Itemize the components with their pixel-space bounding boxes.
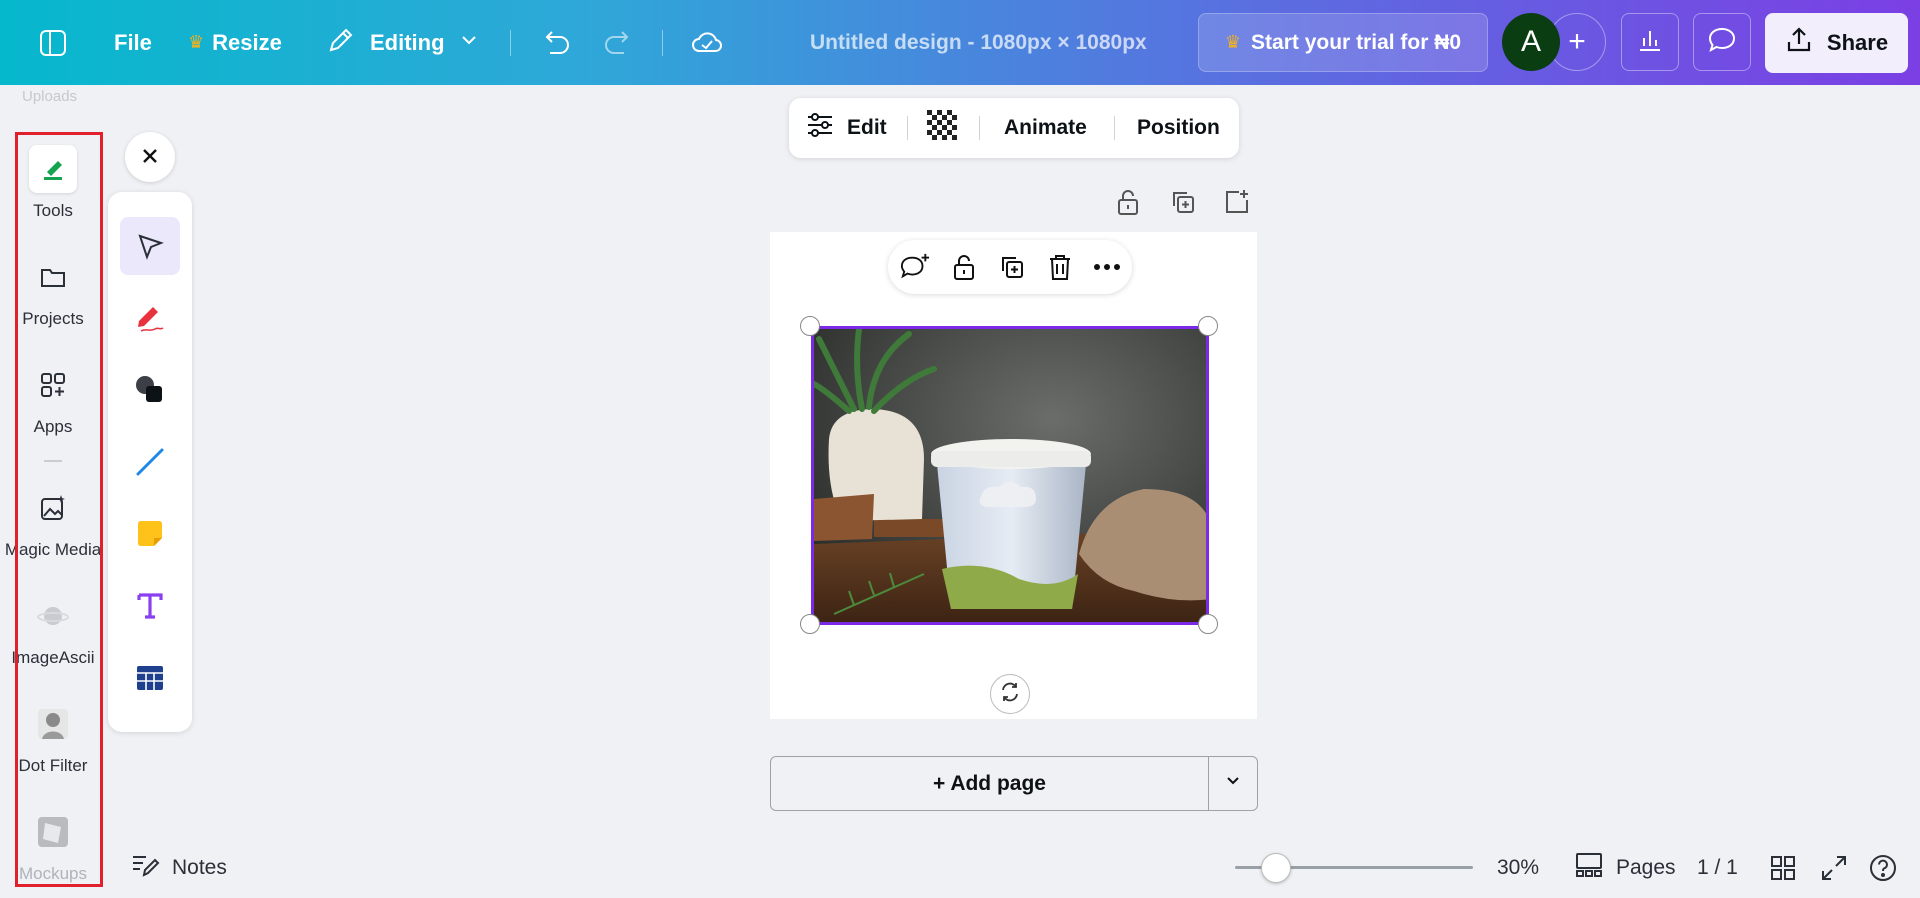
divider [1114, 116, 1115, 140]
close-tools-button[interactable] [125, 132, 175, 182]
notes-label: Notes [172, 856, 227, 879]
animate-button[interactable]: Animate [1004, 98, 1087, 158]
select-pointer-icon[interactable] [120, 217, 180, 275]
editing-label: Editing [370, 29, 445, 55]
add-comment-icon[interactable] [900, 252, 930, 282]
chevron-down-icon [459, 30, 479, 56]
notes-icon [130, 851, 160, 885]
design-title[interactable]: Untitled design - 1080px × 1080px [810, 0, 1147, 85]
more-options-icon[interactable] [1092, 252, 1122, 282]
sticky-note-icon[interactable] [120, 505, 180, 563]
resize-handle-top-right[interactable] [1198, 316, 1218, 336]
edit-image-button[interactable]: Edit [805, 98, 887, 158]
rotate-handle[interactable] [990, 674, 1030, 714]
resize-handle-top-left[interactable] [800, 316, 820, 336]
pages-label: Pages [1616, 856, 1676, 879]
rotate-icon [999, 681, 1021, 708]
close-icon [140, 141, 160, 173]
sidebar-toggle-icon[interactable] [38, 0, 68, 85]
coffee-cup-photo [814, 329, 1206, 622]
line-icon[interactable] [120, 433, 180, 491]
notes-button[interactable]: Notes [130, 848, 227, 888]
duplicate-icon[interactable] [997, 252, 1027, 282]
resize-handle-bottom-left[interactable] [800, 614, 820, 634]
add-page-button[interactable]: + Add page [771, 757, 1209, 810]
highlight-box [15, 132, 103, 887]
zoom-slider-knob[interactable] [1261, 853, 1292, 883]
upload-share-icon [1785, 26, 1813, 60]
image-context-toolbar: Edit Animate Position [789, 98, 1239, 158]
resize-button[interactable]: ♛ Resize [188, 0, 282, 85]
crown-icon: ♛ [1224, 32, 1242, 52]
lock-page-icon[interactable] [1113, 187, 1143, 217]
comment-icon [1707, 25, 1737, 60]
rail-item-uploads-faded: Uploads [22, 88, 78, 105]
zoom-percentage[interactable]: 30% [1497, 848, 1539, 888]
element-floating-toolbar [888, 240, 1132, 294]
page-counter: 1 / 1 [1697, 856, 1738, 879]
lock-icon[interactable] [949, 252, 979, 282]
redo-icon[interactable] [602, 0, 636, 85]
help-icon[interactable] [1868, 848, 1898, 888]
add-page-dropdown[interactable] [1209, 757, 1257, 810]
share-button[interactable]: Share [1765, 13, 1908, 73]
transparency-checker-icon [927, 110, 957, 146]
position-button[interactable]: Position [1137, 98, 1220, 158]
edit-label: Edit [847, 116, 887, 139]
pencil-icon [326, 25, 356, 61]
undo-icon[interactable] [538, 0, 572, 85]
trial-label: Start your trial for ₦0 [1251, 30, 1462, 54]
fullscreen-icon[interactable] [1820, 848, 1848, 888]
avatar[interactable]: A [1502, 13, 1560, 71]
transparency-button[interactable] [927, 98, 957, 158]
divider [510, 30, 511, 56]
divider [979, 116, 980, 140]
pages-icon [1574, 851, 1604, 885]
tools-panel [108, 192, 192, 732]
divider [907, 116, 908, 140]
pen-draw-icon[interactable] [120, 289, 180, 347]
grid-view-icon[interactable] [1770, 848, 1796, 888]
divider [662, 30, 663, 56]
duplicate-page-icon[interactable] [1168, 187, 1198, 217]
trash-icon[interactable] [1045, 252, 1075, 282]
table-icon[interactable] [120, 649, 180, 707]
selected-image[interactable] [811, 326, 1209, 625]
pages-button[interactable]: Pages [1574, 848, 1676, 888]
insights-button[interactable] [1621, 13, 1679, 71]
add-page-control: + Add page [770, 756, 1258, 811]
comments-button[interactable] [1693, 13, 1751, 71]
cloud-saved-icon[interactable] [690, 0, 724, 85]
crown-icon: ♛ [188, 32, 205, 52]
sliders-icon [805, 110, 835, 146]
resize-handle-bottom-right[interactable] [1198, 614, 1218, 634]
chevron-down-icon [1224, 772, 1242, 795]
file-menu-button[interactable]: File [114, 0, 152, 85]
text-icon[interactable] [120, 577, 180, 635]
resize-label: Resize [212, 29, 282, 55]
bar-chart-icon [1636, 26, 1664, 59]
editing-mode-dropdown[interactable]: Editing [326, 0, 479, 85]
shapes-icon[interactable] [120, 361, 180, 419]
start-trial-button[interactable]: ♛ Start your trial for ₦0 [1198, 13, 1488, 72]
share-label: Share [1826, 30, 1889, 55]
add-page-icon[interactable] [1222, 187, 1252, 217]
